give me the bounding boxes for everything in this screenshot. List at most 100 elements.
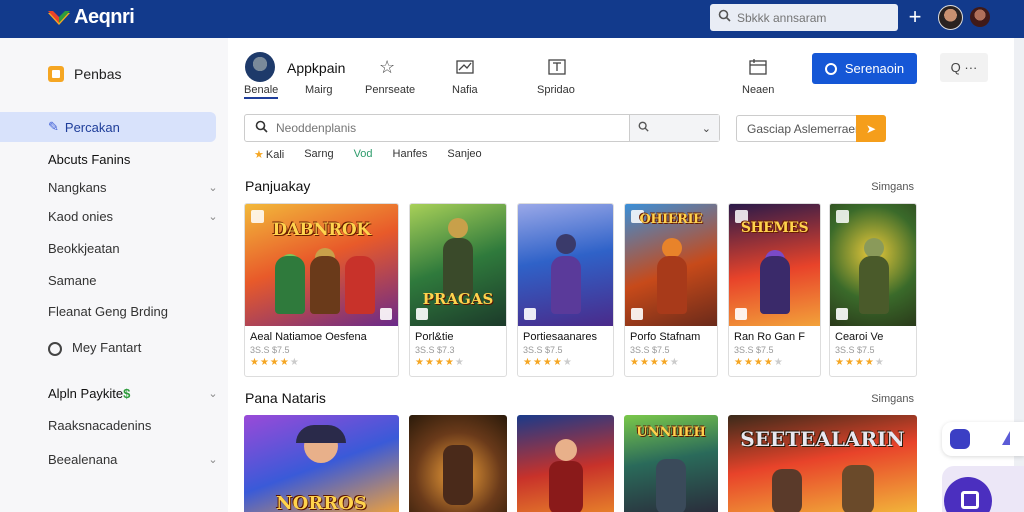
star-rating: ★★★★★ — [734, 357, 784, 368]
sidebar-item-label: Alpln Paykite — [48, 386, 124, 401]
window-icon — [548, 59, 566, 80]
character-figure — [345, 256, 375, 314]
triangle-icon — [1002, 431, 1010, 445]
sidebar-item-label: Samane — [48, 273, 97, 288]
floating-action-panel[interactable] — [942, 466, 1024, 512]
chip-kali[interactable]: ★ Kali — [254, 148, 284, 161]
game-price: 3S.S $7.5 — [523, 345, 563, 355]
profile-name: Appkpain — [287, 60, 346, 76]
character-head — [864, 238, 884, 258]
more-button[interactable]: Q ··· — [940, 53, 988, 82]
primary-button[interactable]: Serenaoin — [812, 53, 917, 84]
game-card[interactable]: SEETEALARIN — [728, 415, 917, 512]
user-avatar[interactable] — [938, 5, 963, 30]
game-card[interactable] — [517, 415, 614, 512]
sidebar-item-label: Percakan — [64, 119, 120, 135]
game-artwork: SHEMES — [729, 204, 820, 326]
artwork-title: PRAGAS — [422, 290, 494, 308]
chevron-down-icon: ⌄ — [208, 388, 218, 400]
sidebar-item[interactable]: Kaod onies ⌄ — [48, 209, 218, 224]
main-content: Appkpain Benale ☆ Mairg Penrseate Nafia … — [228, 38, 1024, 512]
game-card[interactable]: Cearoi Ve 3S.S $7.5 ★★★★★ — [829, 203, 917, 377]
star-rating: ★★★★★ — [630, 357, 680, 368]
tab-neaen[interactable]: Neaen — [742, 84, 774, 96]
chip-sarng[interactable]: Sarng — [304, 148, 333, 161]
game-card[interactable]: NORROS — [244, 415, 399, 512]
search-icon — [255, 120, 268, 136]
badge-icon — [836, 308, 848, 320]
character-figure — [310, 256, 340, 314]
search-filter-dropdown[interactable]: ⌄ — [629, 115, 719, 141]
star-rating: ★★★★★ — [250, 357, 300, 368]
tab-benale[interactable]: Benale — [244, 84, 279, 99]
game-card[interactable]: Portiesaanares 3S.S $7.5 ★★★★★ — [517, 203, 614, 377]
add-icon[interactable]: + — [905, 4, 925, 30]
section-title: Panjuakay — [245, 178, 311, 194]
star-rating: ★★★★★ — [523, 357, 573, 368]
game-card[interactable]: SHEMES Ran Ro Gan F 3S.S $7.5 ★★★★★ — [728, 203, 821, 377]
sidebar-item-label: Beokkjeatan — [48, 241, 120, 256]
main-search-input[interactable] — [276, 121, 626, 135]
sidebar-header[interactable]: Penbas — [48, 66, 121, 82]
chip-sanjeo[interactable]: Sanjeo — [447, 148, 481, 161]
star-rating: ★★★★★ — [835, 357, 885, 368]
sidebar-item[interactable]: Nangkans ⌄ — [48, 180, 218, 195]
character-figure — [443, 445, 473, 505]
sidebar-item[interactable]: Mey Fantart — [48, 340, 218, 356]
profile-avatar[interactable] — [245, 52, 275, 82]
game-card[interactable] — [409, 415, 507, 512]
main-search-bar[interactable]: ⌄ — [244, 114, 720, 142]
floating-action-button[interactable] — [944, 477, 992, 512]
circle-icon — [824, 62, 837, 75]
character-head — [555, 439, 577, 461]
section-see-all-link[interactable]: Simgans — [871, 181, 914, 193]
sidebar-item[interactable]: Beealenana ⌄ — [48, 452, 218, 467]
sidebar-item[interactable]: Samane — [48, 273, 218, 288]
badge-icon — [631, 308, 643, 320]
top-bar: Aeqnri + — [0, 0, 1024, 38]
app-logo[interactable]: Aeqnri — [46, 6, 135, 29]
sidebar-item-label: Raaksnacadenins — [48, 418, 152, 433]
search-filter-icon — [638, 121, 649, 135]
search-go-button[interactable]: ➤ — [856, 115, 886, 142]
tab-spridao[interactable]: Spridao — [537, 84, 575, 96]
sidebar-item-label: Abcuts Fanins — [48, 152, 131, 167]
secondary-search-field[interactable]: Gasciap Aslemerraen ➤ — [736, 115, 886, 142]
badge-icon — [524, 308, 536, 320]
chevron-down-icon: ⌄ — [701, 122, 711, 135]
game-title: Portiesaanares — [523, 331, 597, 343]
game-price: 3S.S $7.5 — [734, 345, 774, 355]
top-search-input[interactable] — [737, 10, 877, 25]
secondary-avatar[interactable] — [970, 7, 990, 27]
sidebar-item-label: Nangkans — [48, 180, 107, 195]
top-search-bar[interactable] — [710, 4, 898, 31]
chip-vod[interactable]: Vod — [354, 148, 373, 161]
game-card[interactable]: UNNIIEH — [624, 415, 718, 512]
character-figure — [760, 256, 790, 314]
logo-icon — [46, 7, 72, 29]
chip-hanfes[interactable]: Hanfes — [393, 148, 428, 161]
chat-icon — [950, 429, 970, 449]
badge-icon — [836, 210, 849, 223]
sidebar-item[interactable]: Abcuts Fanins — [48, 152, 218, 167]
sidebar-item[interactable]: Raaksnacadenins — [48, 418, 218, 433]
artwork-title: UNNIIEH — [636, 425, 706, 440]
star-icon: ☆ — [379, 57, 396, 77]
tab-penrseate[interactable]: Penrseate — [365, 84, 415, 96]
sidebar-item[interactable]: Beokkjeatan — [48, 241, 218, 256]
sidebar-item-active[interactable]: ✎ Percakan — [0, 112, 216, 142]
game-card[interactable]: PRAGAS Porl&tie 3S.S $7.3 ★★★★★ — [409, 203, 507, 377]
character-figure — [657, 256, 687, 314]
game-card[interactable]: OHIERIE Porfo Stafnam 3S.S $7.5 ★★★★★ — [624, 203, 718, 377]
section-see-all-link[interactable]: Simgans — [871, 393, 914, 405]
radio-icon — [48, 341, 62, 356]
floating-widget[interactable] — [942, 422, 1024, 456]
sidebar-item[interactable]: Fleanat Geng Brding — [48, 304, 218, 319]
chevron-down-icon: ⌄ — [208, 454, 218, 466]
tab-mairg[interactable]: Mairg — [305, 84, 333, 96]
sidebar-item-label: Fleanat Geng Brding — [48, 304, 168, 319]
game-card[interactable]: DABNROK Aeal Natiamoe Oesfena 3S.S $7.5 … — [244, 203, 399, 377]
sidebar-item[interactable]: Alpln Paykite$ ⌄ — [48, 386, 218, 401]
character-figure — [551, 256, 581, 314]
tab-nafia[interactable]: Nafia — [452, 84, 478, 96]
